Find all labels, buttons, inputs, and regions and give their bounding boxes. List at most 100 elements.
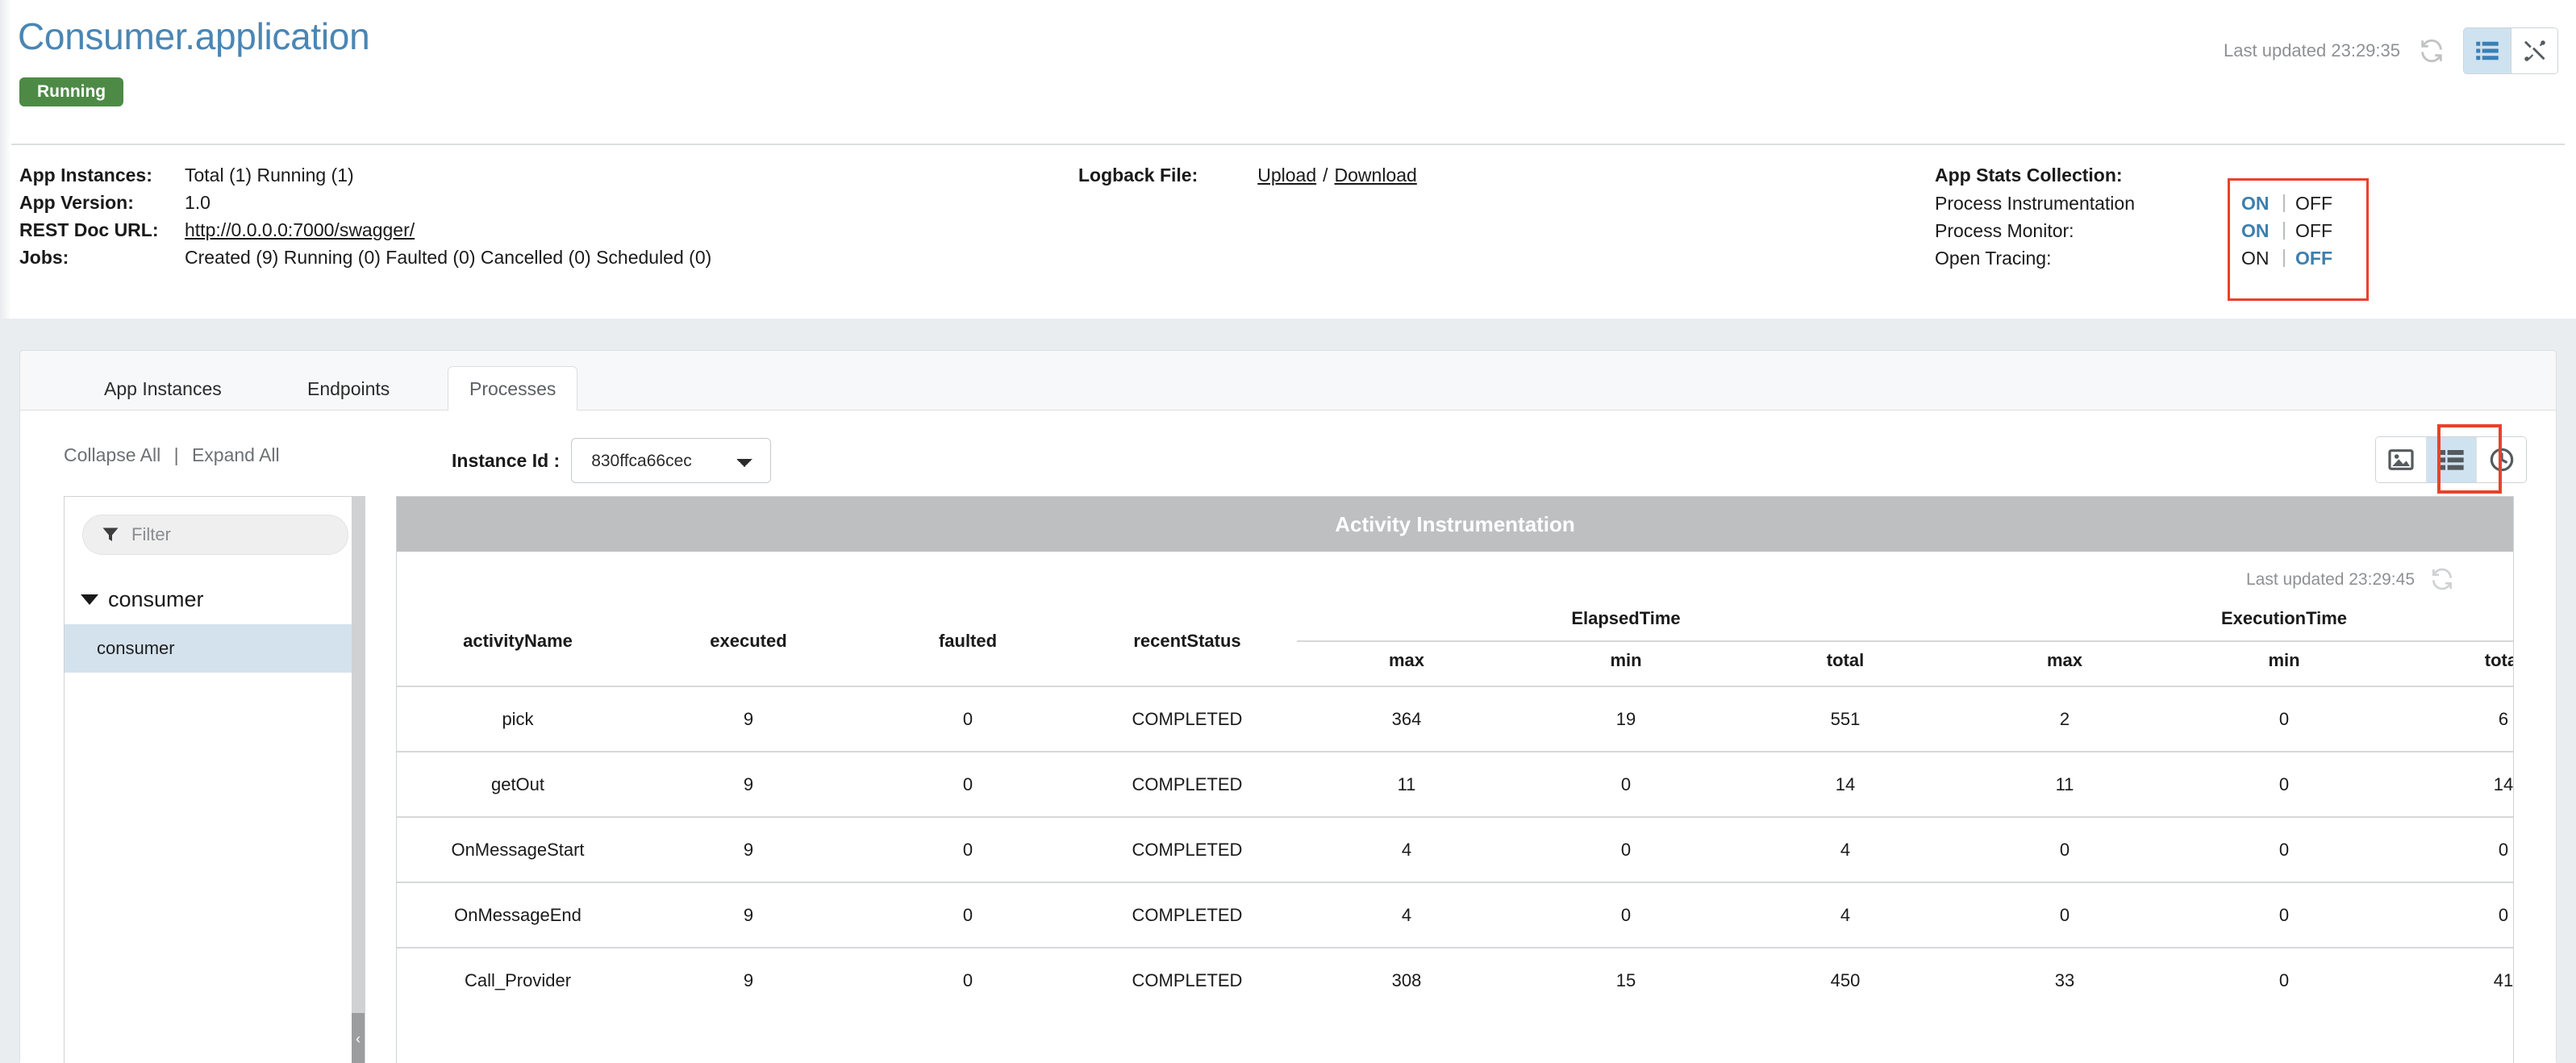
stats-label: Process Instrumentation	[1935, 193, 2136, 214]
status-badge: Running	[19, 77, 124, 106]
instance-id-select[interactable]: 830ffca66cec	[571, 438, 772, 483]
logback-download-link[interactable]: Download	[1335, 165, 1417, 186]
sidebar-scrollbar[interactable]: ‹	[352, 497, 365, 1063]
tree-child-label: consumer	[97, 638, 175, 658]
cell-execution-min: 0	[2174, 751, 2394, 817]
cell-elapsed-max: 11	[1297, 751, 1516, 817]
cell-faulted: 0	[858, 751, 1078, 817]
table-row[interactable]: OnMessageEnd 9 0 COMPLETED 4 0 4 0 0 0	[397, 882, 2513, 948]
header-last-updated: Last updated 23:29:35	[2224, 40, 2400, 60]
col-activity-name: activityName	[463, 631, 573, 651]
rest-doc-url-link[interactable]: http://0.0.0.0:7000/swagger/	[185, 219, 415, 241]
cell-recent-status: COMPLETED	[1078, 686, 1297, 752]
cell-recent-status: COMPLETED	[1078, 816, 1297, 882]
cell-recent-status: COMPLETED	[1078, 751, 1297, 817]
cell-execution-max: 33	[1955, 947, 2174, 1013]
toggle-open-tracing: ON OFF	[2241, 247, 2340, 269]
cell-elapsed-total: 4	[1736, 816, 1955, 882]
filter-input-wrapper[interactable]: Filter	[82, 515, 348, 555]
cell-execution-total: 0	[2394, 882, 2513, 948]
tree-node-consumer-child[interactable]: consumer	[65, 624, 365, 673]
list-view-button[interactable]	[2426, 437, 2476, 482]
cell-elapsed-max: 4	[1297, 882, 1516, 948]
sidebar-scrollbar-thumb[interactable]	[352, 497, 365, 1013]
logback-row: Logback File: Upload / Download	[1078, 165, 1417, 192]
refresh-icon[interactable]	[2418, 37, 2445, 65]
cell-execution-total: 41	[2394, 947, 2513, 1013]
toggle-process-monitor: ON OFF	[2241, 219, 2340, 242]
cell-executed: 9	[639, 816, 858, 882]
cell-execution-total: 14	[2394, 751, 2513, 817]
info-row-rest-doc-url: REST Doc URL: http://0.0.0.0:7000/swagge…	[19, 219, 711, 247]
info-row-jobs: Jobs: Created (9) Running (0) Faulted (0…	[19, 247, 711, 274]
cell-execution-total: 6	[2394, 686, 2513, 752]
app-header: Consumer.application Running Last update…	[11, 0, 2576, 144]
filter-placeholder: Filter	[131, 524, 171, 544]
table-row[interactable]: OnMessageStart 9 0 COMPLETED 4 0 4 0 0 0	[397, 816, 2513, 882]
cell-elapsed-min: 0	[1516, 816, 1736, 882]
cell-elapsed-max: 308	[1297, 947, 1516, 1013]
cell-activity-name: getOut	[397, 751, 639, 817]
toggle-process-instrumentation: ON OFF	[2241, 192, 2340, 215]
toggle-on-option[interactable]: ON	[2241, 220, 2283, 242]
chevron-down-icon[interactable]	[81, 594, 98, 605]
page-root: Consumer.application Running Last update…	[0, 0, 2576, 1063]
card-last-updated: Last updated 23:29:45	[2245, 570, 2415, 589]
tree-node-consumer-root[interactable]: consumer	[65, 574, 365, 624]
toggle-off-option[interactable]: OFF	[2295, 248, 2340, 269]
cell-activity-name: Call_Provider	[397, 947, 639, 1013]
info-row-app-instances: App Instances: Total (1) Running (1)	[19, 165, 711, 192]
info-value: Created (9) Running (0) Faulted (0) Canc…	[185, 247, 712, 268]
logback-upload-link[interactable]: Upload	[1257, 165, 1316, 186]
links-divider: |	[173, 444, 179, 465]
col-elapsed-total: total	[1736, 640, 1955, 686]
sidebar-collapse-handle[interactable]: ‹	[352, 1013, 365, 1063]
process-tree-sidebar: Filter consumer consumer ‹	[64, 496, 365, 1063]
info-label: Jobs:	[19, 247, 69, 268]
tab-app-instances[interactable]: App Instances	[83, 367, 243, 411]
toggle-off-option[interactable]: OFF	[2295, 193, 2340, 215]
cell-elapsed-max: 364	[1297, 686, 1516, 752]
cell-executed: 9	[639, 751, 858, 817]
card-last-updated-group: Last updated 23:29:45	[2246, 566, 2457, 594]
app-stats-block: App Stats Collection: Process Instrument…	[1935, 165, 2499, 274]
header-actions: Last updated 23:29:35	[2224, 27, 2558, 74]
col-group-elapsed-time: ElapsedTime	[1571, 608, 1681, 628]
table-group-header-row: activityName executed faulted recentStat…	[397, 602, 2513, 651]
toggle-on-option[interactable]: ON	[2241, 248, 2283, 269]
image-view-button[interactable]	[2376, 437, 2426, 482]
col-execution-max: max	[1955, 640, 2174, 686]
tab-endpoints[interactable]: Endpoints	[286, 367, 411, 411]
info-strip: App Instances: Total (1) Running (1) App…	[11, 145, 2576, 319]
collapse-all-link[interactable]: Collapse All	[64, 444, 160, 465]
clock-view-button[interactable]	[2476, 437, 2526, 482]
cell-execution-min: 0	[2174, 947, 2394, 1013]
expand-all-link[interactable]: Expand All	[192, 444, 280, 465]
view-mode-group	[2375, 436, 2527, 483]
cell-elapsed-min: 0	[1516, 751, 1736, 817]
refresh-icon[interactable]	[2429, 566, 2457, 594]
cell-recent-status: COMPLETED	[1078, 882, 1297, 948]
col-elapsed-max: max	[1297, 640, 1516, 686]
cell-activity-name: pick	[397, 686, 639, 752]
header-list-view-button[interactable]	[2464, 28, 2511, 73]
cell-elapsed-total: 4	[1736, 882, 1955, 948]
toggle-off-option[interactable]: OFF	[2295, 220, 2340, 242]
header-tools-button[interactable]	[2511, 28, 2557, 73]
table-row[interactable]: getOut 9 0 COMPLETED 11 0 14 11 0 14	[397, 751, 2513, 817]
col-faulted: faulted	[938, 631, 998, 651]
toggle-divider	[2283, 194, 2285, 212]
col-group-execution-time: ExecutionTime	[2220, 608, 2348, 628]
toggle-on-option[interactable]: ON	[2241, 193, 2283, 215]
tab-processes[interactable]: Processes	[448, 366, 578, 411]
cell-activity-name: OnMessageStart	[397, 816, 639, 882]
table-row[interactable]: Call_Provider 9 0 COMPLETED 308 15 450 3…	[397, 947, 2513, 1013]
cell-execution-max: 0	[1955, 816, 2174, 882]
col-execution-total: total	[2394, 640, 2513, 686]
cell-faulted: 0	[858, 882, 1078, 948]
collapse-expand-links: Collapse All | Expand All	[64, 444, 280, 466]
activity-instrumentation-table: activityName executed faulted recentStat…	[397, 602, 2513, 1013]
cell-elapsed-min: 15	[1516, 947, 1736, 1013]
table-row[interactable]: pick 9 0 COMPLETED 364 19 551 2 0 6	[397, 686, 2513, 752]
activity-instrumentation-card: Activity Instrumentation Last updated 23…	[396, 496, 2514, 1063]
